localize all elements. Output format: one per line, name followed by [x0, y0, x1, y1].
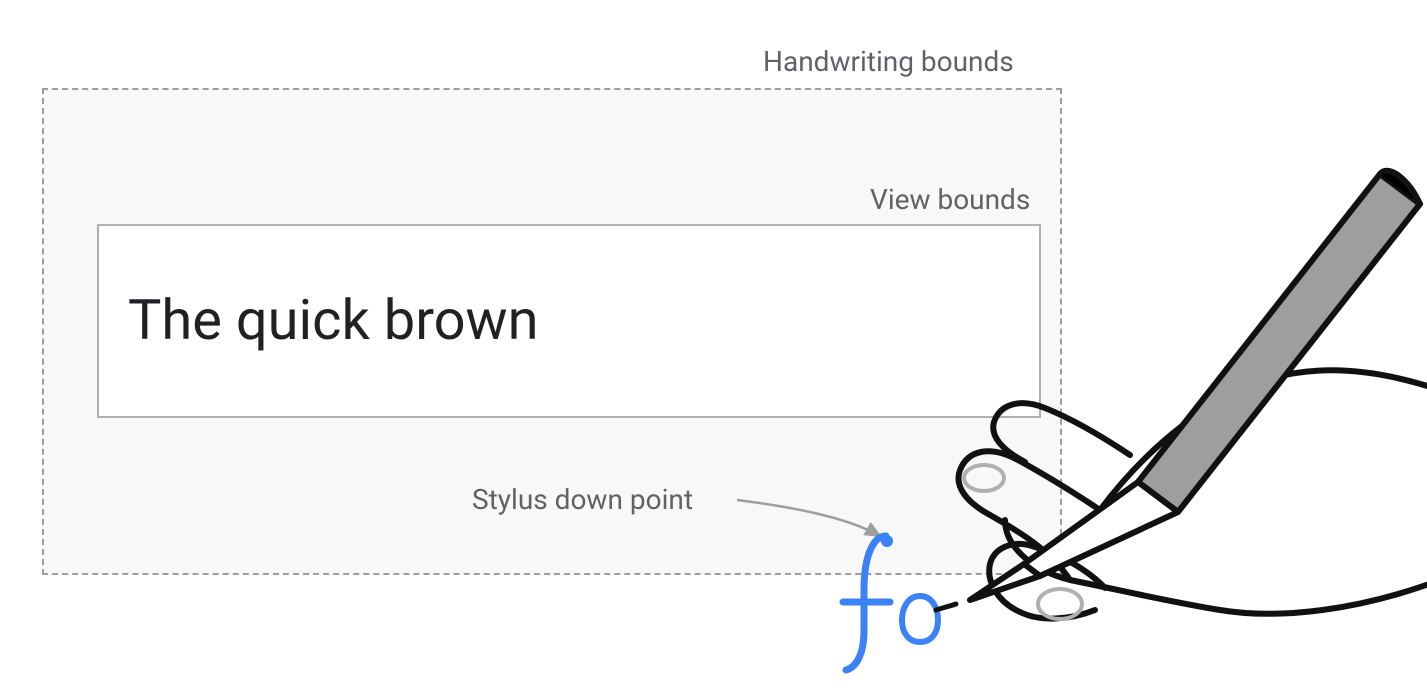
diagram-stage: Handwriting bounds View bounds The quick…	[0, 0, 1427, 688]
input-text: The quick brown	[128, 292, 539, 348]
stylus-down-point-label: Stylus down point	[472, 486, 693, 514]
stylus-hand-icon	[920, 150, 1427, 670]
handwriting-bounds-label: Handwriting bounds	[763, 48, 1014, 76]
